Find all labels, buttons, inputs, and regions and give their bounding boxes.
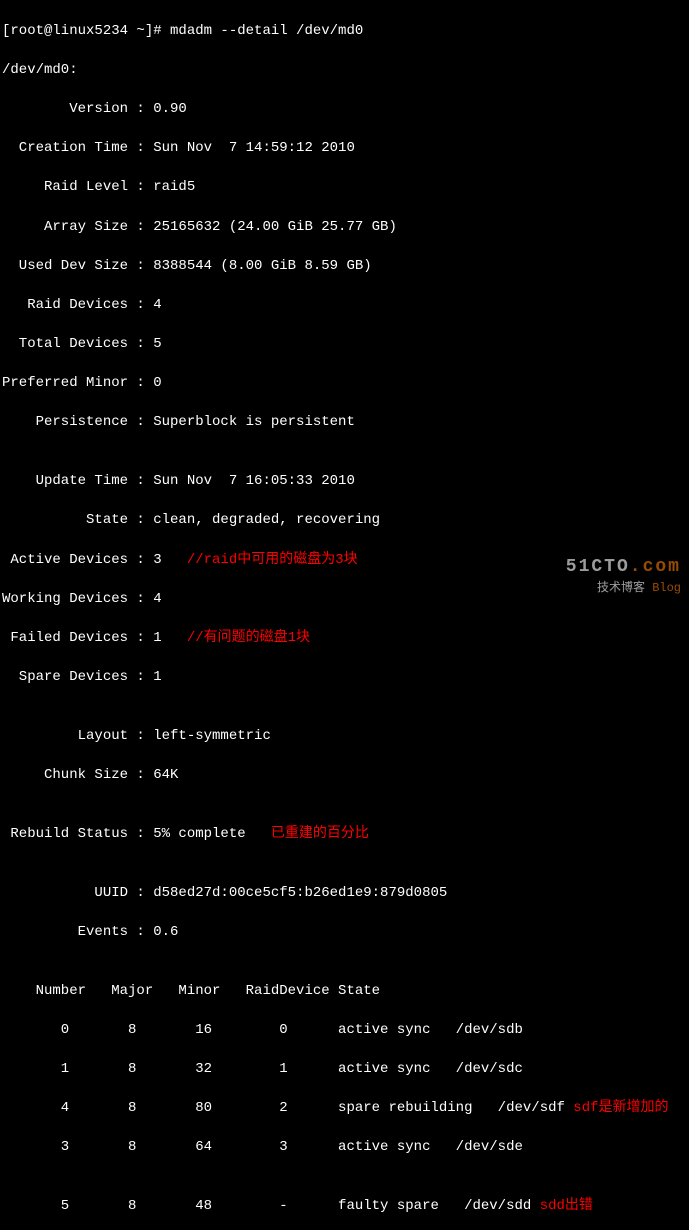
table-row: 5 8 48 - faulty spare /dev/sdd sdd出错 xyxy=(2,1197,689,1217)
row-layout: Layout : left-symmetric xyxy=(2,727,689,747)
row-rebuild-status: Rebuild Status : 5% complete 已重建的百分比 xyxy=(2,825,689,845)
row-creation-time: Creation Time : Sun Nov 7 14:59:12 2010 xyxy=(2,139,689,159)
row-raid-level: Raid Level : raid5 xyxy=(2,178,689,198)
prompt-line: [root@linux5234 ~]# mdadm --detail /dev/… xyxy=(2,22,689,42)
annotation-sdd: sdd出错 xyxy=(540,1198,593,1214)
terminal-output: [root@linux5234 ~]# mdadm --detail /dev/… xyxy=(0,0,689,1230)
row-preferred-minor: Preferred Minor : 0 xyxy=(2,374,689,394)
watermark-text: 技术博客 xyxy=(597,581,645,595)
row-rebuild-status-value: Rebuild Status : 5% complete xyxy=(2,826,271,842)
watermark-accent: .com xyxy=(630,557,681,577)
row-state: State : clean, degraded, recovering xyxy=(2,511,689,531)
row-events: Events : 0.6 xyxy=(2,923,689,943)
watermark-text: 51CTO xyxy=(566,557,630,577)
row-chunk-size: Chunk Size : 64K xyxy=(2,766,689,786)
row-update-time: Update Time : Sun Nov 7 16:05:33 2010 xyxy=(2,472,689,492)
watermark: 51CTO.com 技术博客 Blog xyxy=(566,555,681,597)
device-header: /dev/md0: xyxy=(2,61,689,81)
annotation-failed-devices: //有问题的磁盘1块 xyxy=(187,630,310,646)
watermark-logo: 51CTO.com xyxy=(566,555,681,580)
watermark-subtitle: 技术博客 Blog xyxy=(566,580,681,597)
row-version: Version : 0.90 xyxy=(2,100,689,120)
annotation-rebuild-status: 已重建的百分比 xyxy=(271,826,369,842)
table-row-value: 4 8 80 2 spare rebuilding /dev/sdf xyxy=(2,1100,573,1116)
annotation-active-devices: //raid中可用的磁盘为3块 xyxy=(187,552,358,568)
table-row: 3 8 64 3 active sync /dev/sde xyxy=(2,1138,689,1158)
annotation-sdf: sdf是新增加的 xyxy=(573,1100,668,1116)
row-raid-devices: Raid Devices : 4 xyxy=(2,296,689,316)
row-failed-devices: Failed Devices : 1 //有问题的磁盘1块 xyxy=(2,629,689,649)
row-array-size: Array Size : 25165632 (24.00 GiB 25.77 G… xyxy=(2,218,689,238)
watermark-accent: Blog xyxy=(652,581,681,595)
row-active-devices-value: Active Devices : 3 xyxy=(2,552,187,568)
table-row: 1 8 32 1 active sync /dev/sdc xyxy=(2,1060,689,1080)
table-row: 4 8 80 2 spare rebuilding /dev/sdf sdf是新… xyxy=(2,1099,689,1119)
row-spare-devices: Spare Devices : 1 xyxy=(2,668,689,688)
row-failed-devices-value: Failed Devices : 1 xyxy=(2,630,187,646)
row-total-devices: Total Devices : 5 xyxy=(2,335,689,355)
row-uuid: UUID : d58ed27d:00ce5cf5:b26ed1e9:879d08… xyxy=(2,884,689,904)
table-row-value: 5 8 48 - faulty spare /dev/sdd xyxy=(2,1198,540,1214)
row-persistence: Persistence : Superblock is persistent xyxy=(2,413,689,433)
row-used-dev-size: Used Dev Size : 8388544 (8.00 GiB 8.59 G… xyxy=(2,257,689,277)
table-header: Number Major Minor RaidDevice State xyxy=(2,982,689,1002)
table-row: 0 8 16 0 active sync /dev/sdb xyxy=(2,1021,689,1041)
